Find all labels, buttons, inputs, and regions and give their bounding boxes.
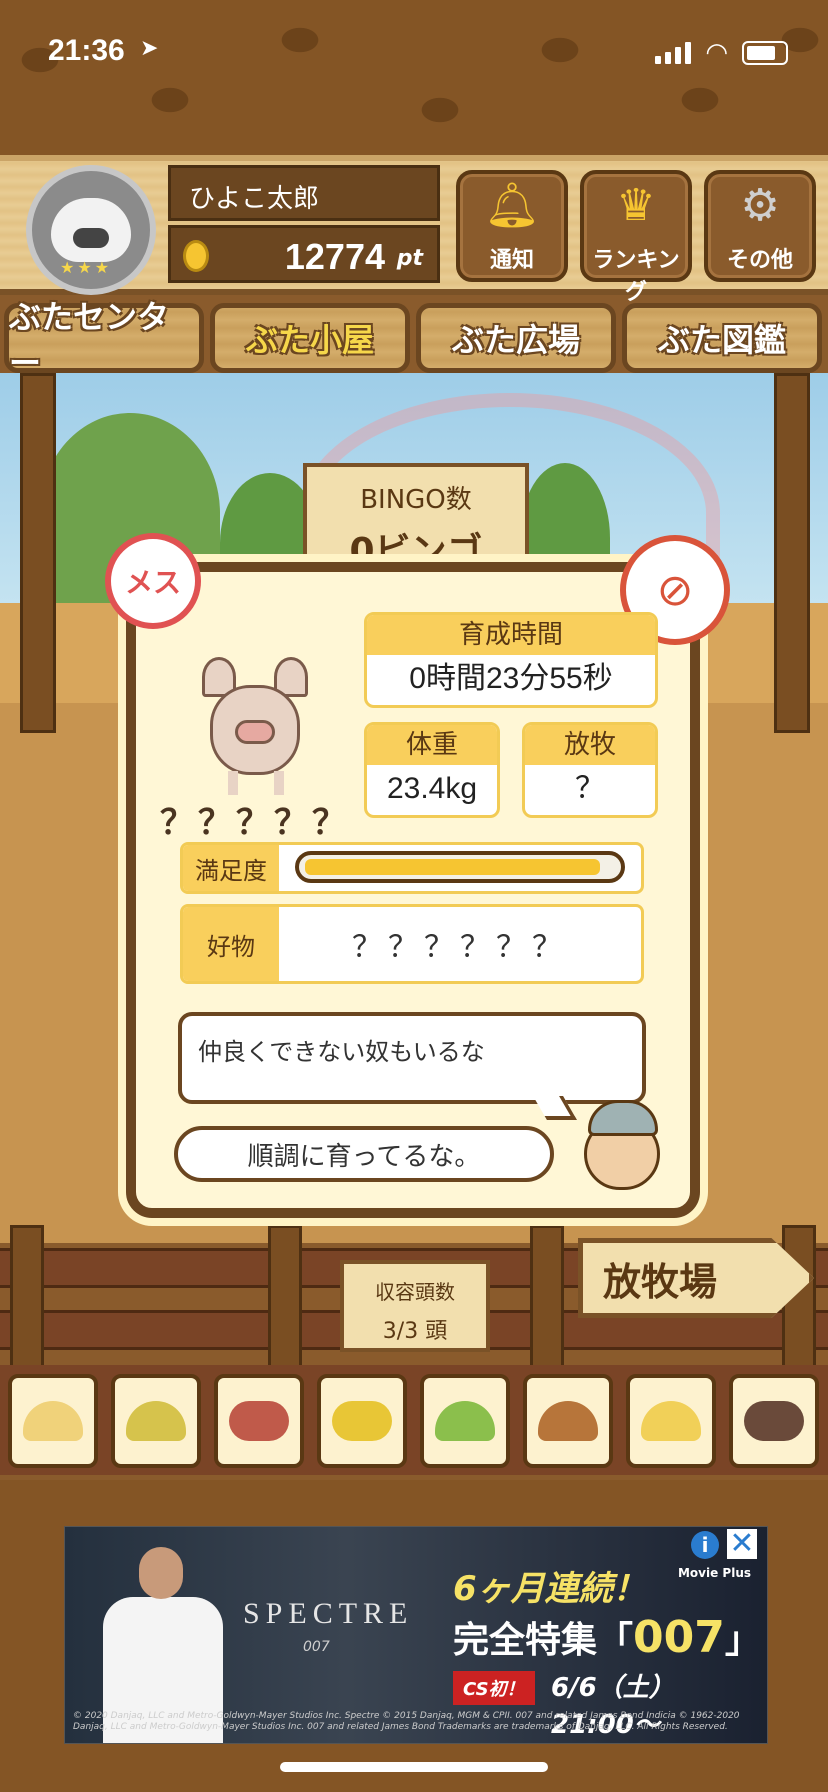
points-value: 12774 [284,236,385,277]
signal-icon [655,42,692,64]
status-time: 21:36 [48,34,125,67]
growth-time-value: 0時間23分55秒 [409,662,613,695]
food-item-feed-bowl[interactable] [626,1374,716,1468]
ad-line2-suffix: 」 [724,1620,761,1661]
points-display: 12774 pt [168,225,440,283]
status-icons: ◠ [655,38,788,68]
herb-berry-icon [435,1401,495,1441]
ad-credit: © 2020 Danjaq, LLC and Metro-Goldwyn-May… [73,1711,740,1732]
notification-button[interactable]: 🔔︎ 通知 [456,170,568,282]
pig-name: ？？？？？ [160,803,350,843]
pig-image [200,645,310,795]
pig-avatar-icon [51,198,131,262]
female-icon: メス [105,533,201,629]
bell-icon: 🔔︎ [484,180,540,231]
food-item-feed-2[interactable] [111,1374,201,1468]
pasture-sign-button[interactable]: 放牧場 [578,1238,814,1318]
pig-snout [235,720,275,744]
farmer-face-icon [580,1100,668,1190]
tab-buta-hut[interactable]: ぶた小屋 [210,303,410,373]
favorite-row: 好物 ？？？？？？ [180,904,644,984]
capacity-sign: 収容頭数 3/3 頭 [340,1260,490,1352]
crown-icon: ♛ [616,180,656,231]
ad-headline: 6ヶ月連続！ [453,1569,647,1609]
growth-time-label: 育成時間 [367,615,655,655]
favorite-value: ？？？？？？ [352,930,568,965]
food-item-acorn[interactable] [523,1374,613,1468]
grain-pile-icon [126,1401,186,1441]
food-item-corn[interactable] [317,1374,407,1468]
ad-line2: 完全特集「007」 [453,1611,761,1663]
rank-stars: ★★★ [60,258,113,277]
bingo-title: BINGO数 [360,485,472,515]
satisfaction-row: 満足度 [180,842,644,894]
fence-post [774,373,810,733]
ad-movie-sub: 007 [303,1639,330,1655]
capacity-value: 3/3 頭 [382,1319,448,1344]
tab-buta-plaza[interactable]: ぶた広場 [416,303,616,373]
ad-banner[interactable]: SPECTRE 007 6ヶ月連続！ 完全特集「007」 CS初！ 6/6（土）… [64,1526,768,1744]
tab-buta-center[interactable]: ぶたセンター [4,298,204,382]
favorite-label: 好物 [183,907,279,981]
home-indicator[interactable] [280,1762,548,1772]
ad-badge: CS初！ [453,1671,535,1705]
food-item-herb-berry[interactable] [420,1374,510,1468]
growth-time-box: 育成時間 0時間23分55秒 [364,612,658,708]
ad-info-icon[interactable]: i [691,1531,719,1559]
grazing-value: ？ [575,772,605,805]
coin-icon [183,240,209,272]
feed-bowl-icon [641,1401,701,1441]
notification-label: 通知 [489,248,534,273]
other-label: その他 [726,248,793,273]
pig-legs [228,771,284,795]
player-name: ひよこ太郎 [168,165,440,221]
farmer-cap [588,1100,658,1136]
ad-line2-highlight: 007 [633,1612,725,1663]
ad-channel-logo: Movie Plus [677,1566,751,1580]
feed-pile-icon [23,1401,83,1441]
fence-post [268,1225,302,1370]
grazing-box: 放牧 ？ [522,722,658,818]
meatball-plate-icon [744,1401,804,1441]
satisfaction-bar [295,851,625,883]
ad-line2-prefix: 完全特集「 [453,1620,634,1661]
fence-post [20,373,56,733]
satisfaction-bar-fill [305,859,600,875]
gear-icon: ⚙ [740,180,780,231]
capacity-label: 収容頭数 [375,1280,455,1304]
satisfaction-label: 満足度 [183,845,279,891]
wifi-icon: ◠ [705,38,728,68]
ranking-label: ランキング [592,248,680,305]
weight-label: 体重 [367,725,497,765]
other-button[interactable]: ⚙ その他 [704,170,816,282]
grazing-label: 放牧 [525,725,655,765]
weight-box: 体重 23.4kg [364,722,500,818]
tab-buta-encyclopedia[interactable]: ぶた図鑑 [622,303,822,373]
ranking-button[interactable]: ♛ ランキング [580,170,692,305]
points-unit: pt [396,246,423,271]
ad-actor-head [139,1547,183,1599]
fence-post [10,1225,44,1370]
ad-movie-title: SPECTRE [243,1597,414,1630]
weight-value: 23.4kg [386,772,478,805]
speech-bubble-1: 仲良くできない奴もいるな [178,1012,646,1104]
ad-close-icon[interactable]: ✕ [727,1529,757,1559]
acorn-icon [538,1401,598,1441]
food-item-meatball-plate[interactable] [729,1374,819,1468]
speech-bubble-2: 順調に育ってるな。 [174,1126,554,1182]
location-arrow-icon: ➤ [140,36,159,61]
food-item-feed-1[interactable] [8,1374,98,1468]
food-item-sweet-potato[interactable] [214,1374,304,1468]
corn-icon [332,1401,392,1441]
battery-icon [742,41,788,65]
sweet-potato-icon [229,1401,289,1441]
status-bar: 21:36 ➤ ◠ [0,0,828,100]
fence-post [530,1225,564,1370]
